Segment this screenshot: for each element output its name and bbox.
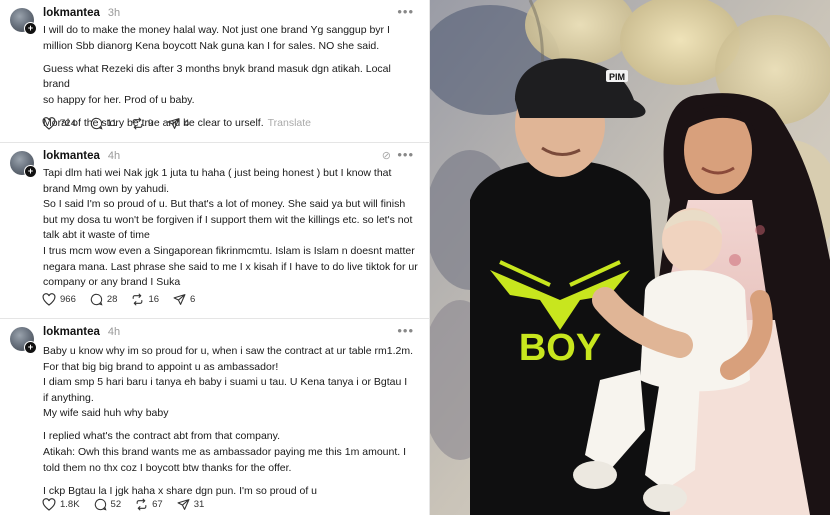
heart-icon <box>42 498 56 511</box>
post-time: 4h <box>107 326 121 338</box>
follow-plus-icon[interactable]: + <box>24 341 37 354</box>
share-button[interactable]: 31 <box>177 498 205 511</box>
edited-icon: ⊘ <box>381 150 391 162</box>
comment-button[interactable]: 52 <box>94 498 122 511</box>
post-line: company or any brand I Suka <box>43 276 181 289</box>
post-line: I replied what's the contract abt from t… <box>43 430 281 443</box>
comment-count: 11 <box>106 118 117 129</box>
comment-bubble-icon <box>94 498 107 511</box>
family-photo: PIM BOY <box>430 0 830 515</box>
follow-plus-icon[interactable]: + <box>24 165 37 178</box>
username[interactable]: lokmantea <box>43 7 100 19</box>
follow-plus-icon[interactable]: + <box>24 22 37 35</box>
share-button[interactable]: 6 <box>173 293 195 306</box>
post-line: told them no thx coz I boycott btw thank… <box>43 461 292 474</box>
repost-count: 67 <box>152 499 163 510</box>
post-line: million Sbb dianorg Kena boycott Nak gun… <box>43 39 380 52</box>
shirt-print-text: BOY <box>519 327 601 369</box>
heart-icon <box>42 293 56 306</box>
repost-button[interactable]: 16 <box>131 293 159 306</box>
post-line: brand Mmg own by yahudi. <box>43 182 170 195</box>
avatar[interactable]: + <box>10 327 37 354</box>
post-line: talk abt it waste of time <box>43 229 150 242</box>
share-send-icon <box>177 499 190 510</box>
like-button[interactable]: 724 <box>42 117 76 130</box>
post-line: So I said I'm so proud of u. But that's … <box>43 198 406 211</box>
post-time: 4h <box>107 150 121 162</box>
comment-count: 28 <box>106 294 118 305</box>
share-send-icon <box>173 294 186 305</box>
share-count: 6 <box>190 294 196 305</box>
repost-icon <box>136 498 147 511</box>
repost-count: 9 <box>147 118 154 129</box>
repost-button[interactable]: 9 <box>131 117 153 130</box>
comment-bubble-icon <box>90 117 103 130</box>
avatar[interactable]: + <box>10 151 37 178</box>
repost-count: 16 <box>148 294 160 305</box>
comment-count: 52 <box>110 499 122 510</box>
post-line: if anything. <box>43 391 94 404</box>
share-count: 31 <box>193 499 205 510</box>
post-body: I will do to make the money halal way. N… <box>43 23 419 132</box>
post-time: 3h <box>107 7 121 19</box>
like-button[interactable]: 1.8K <box>42 498 80 511</box>
cap-logo-text: PIM <box>609 72 625 82</box>
share-count: 4 <box>184 118 190 129</box>
post-line: but my dosa tu won't be forgiven if I su… <box>43 213 413 226</box>
post-3[interactable]: + lokmantea 4h ••• Baby u know why im so … <box>0 319 429 515</box>
post-line: For that big big brand to appoint u as a… <box>43 360 279 373</box>
comment-button[interactable]: 28 <box>90 293 118 306</box>
post-line: so happy for her. Prod of u baby. <box>43 93 195 106</box>
like-count: 724 <box>60 118 76 129</box>
post-line: My wife said huh why baby <box>43 407 169 420</box>
share-send-icon <box>167 118 180 129</box>
like-button[interactable]: 966 <box>42 293 76 306</box>
photo-illustration: PIM BOY <box>430 0 830 515</box>
comment-bubble-icon <box>90 293 103 306</box>
threads-feed: + lokmantea 3h ••• I will do to make the … <box>0 0 429 515</box>
translate-link[interactable]: Translate <box>268 117 311 129</box>
like-count: 1.8K <box>60 499 80 510</box>
post-line: negara mana. Last phrase she said to me … <box>43 260 418 273</box>
more-dots-icon[interactable]: ••• <box>397 323 414 338</box>
post-line: Guess what Rezeki dis after 3 months bny… <box>43 62 391 91</box>
username[interactable]: lokmantea <box>43 150 100 162</box>
more-dots-icon[interactable]: ••• <box>397 147 414 162</box>
post-1[interactable]: + lokmantea 3h ••• I will do to make the … <box>0 0 429 143</box>
post-line: I ckp Bgtau la I jgk haha x share dgn pu… <box>43 484 318 497</box>
repost-button[interactable]: 67 <box>135 498 163 511</box>
comment-button[interactable]: 11 <box>90 117 117 130</box>
share-button[interactable]: 4 <box>167 117 189 130</box>
post-body: Baby u know why im so proud for u, when … <box>43 344 419 499</box>
repost-icon <box>133 293 143 306</box>
post-2[interactable]: + lokmantea 4h ⊘ ••• Tapi dlm hati wei Na… <box>0 143 429 319</box>
post-line: I trus mcm wow even a Singaporean fikrin… <box>43 244 415 257</box>
post-line: Baby u know why im so proud for u, when … <box>43 345 414 357</box>
username[interactable]: lokmantea <box>43 326 100 338</box>
post-line: Atikah: Owh this brand wants me as ambas… <box>43 446 407 459</box>
more-dots-icon[interactable]: ••• <box>397 4 414 19</box>
post-actions: 1.8K 52 67 31 <box>42 498 218 511</box>
like-count: 966 <box>60 294 76 305</box>
post-actions: 724 11 9 4 <box>42 117 203 130</box>
heart-icon <box>42 117 56 130</box>
avatar[interactable]: + <box>10 8 37 35</box>
post-line: I diam smp 5 hari baru i tanya eh baby i… <box>43 376 408 389</box>
screenshot: + lokmantea 3h ••• I will do to make the … <box>0 0 830 515</box>
post-line: I will do to make the money halal way. N… <box>43 24 390 36</box>
post-actions: 966 28 16 6 <box>42 293 209 306</box>
post-body: Tapi dlm hati wei Nak jgk 1 juta tu haha… <box>43 166 419 291</box>
post-line: Tapi dlm hati wei Nak jgk 1 juta tu haha… <box>43 167 392 179</box>
repost-icon <box>132 117 143 130</box>
